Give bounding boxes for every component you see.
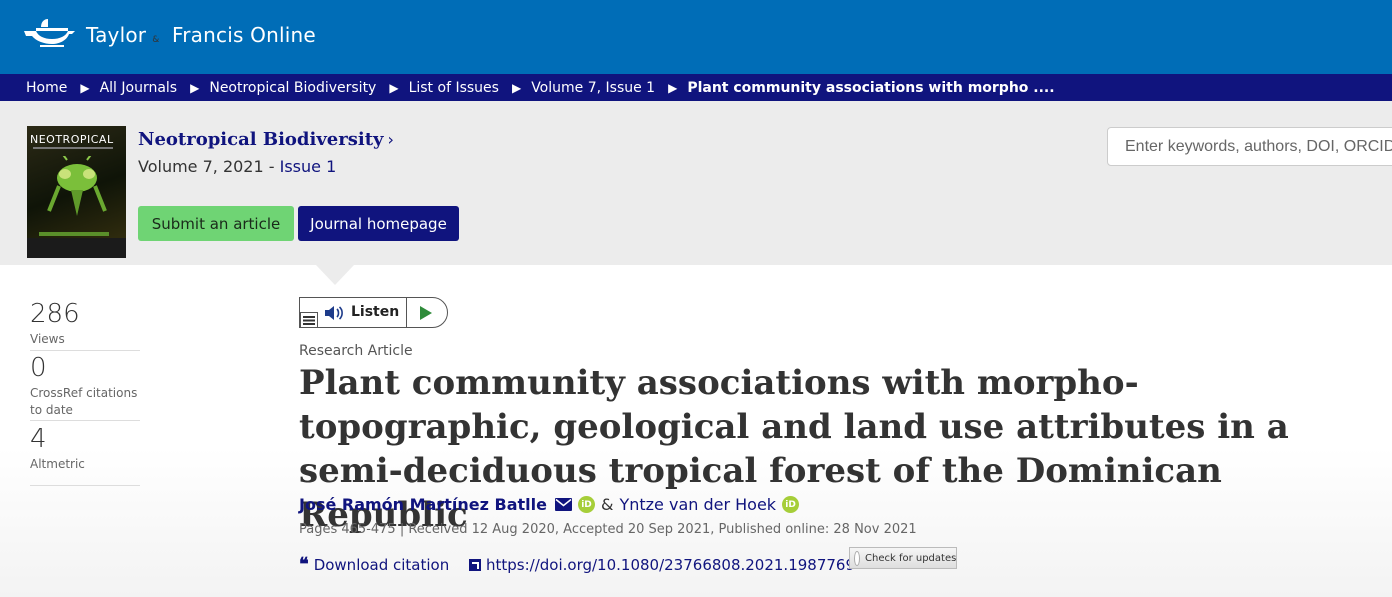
metric-views: 286 Views xyxy=(30,301,140,351)
quote-icon: ❝ xyxy=(299,554,309,575)
chevron-right-icon: ▶ xyxy=(511,80,522,95)
site-name: Taylor & Francis Online xyxy=(86,23,316,47)
journal-title-link[interactable]: Neotropical Biodiversity › xyxy=(138,129,394,150)
site-logo[interactable]: Taylor & Francis Online xyxy=(22,18,316,48)
speaker-icon xyxy=(325,306,343,320)
metric-value: 4 xyxy=(30,424,47,454)
author-link[interactable]: Yntze van der Hoek xyxy=(619,495,776,514)
journal-banner: NEOTROPICAL Neotropical Biodiversity › Vo… xyxy=(0,101,1392,265)
orcid-icon[interactable]: iD xyxy=(577,496,595,513)
metric-value: 0 xyxy=(30,353,47,383)
author-list: José Ramón Martínez Batlle iD & Yntze va… xyxy=(299,495,800,514)
doi-link[interactable]: https://doi.org/10.1080/23766808.2021.19… xyxy=(469,556,855,574)
chevron-right-icon: ▶ xyxy=(80,80,90,95)
submit-article-button[interactable]: Submit an article xyxy=(138,206,294,241)
metric-label: CrossRef citations to date xyxy=(30,386,138,417)
download-citation-link[interactable]: ❝ Download citation xyxy=(299,554,450,575)
journal-cover-image[interactable]: NEOTROPICAL xyxy=(27,126,126,258)
cover-title: NEOTROPICAL xyxy=(30,133,114,146)
listen-label[interactable]: Listen xyxy=(351,304,399,320)
orcid-icon[interactable]: iD xyxy=(782,496,800,513)
site-header: Taylor & Francis Online xyxy=(0,0,1392,74)
listen-player: Listen xyxy=(299,297,448,328)
banner-pointer xyxy=(316,265,354,285)
download-citation-label: Download citation xyxy=(313,556,450,574)
metric-value: 286 xyxy=(30,299,80,329)
breadcrumb-current: Plant community associations with morpho… xyxy=(687,79,1055,96)
breadcrumb-home[interactable]: Home xyxy=(26,80,67,96)
breadcrumb-issue[interactable]: Volume 7, Issue 1 xyxy=(531,80,655,96)
chevron-right-icon: ▶ xyxy=(668,80,678,95)
breadcrumb-all-journals[interactable]: All Journals xyxy=(100,80,178,96)
breadcrumb: Home ▶ All Journals ▶ Neotropical Biodiv… xyxy=(0,74,1392,101)
chevron-right-icon: ▶ xyxy=(389,80,399,95)
cover-footer xyxy=(27,238,126,258)
envelope-icon[interactable] xyxy=(554,498,572,511)
listen-divider xyxy=(406,298,407,327)
crossmark-icon xyxy=(855,551,859,565)
article-type: Research Article xyxy=(299,343,413,359)
mantis-image xyxy=(47,156,107,216)
metric-label: Views xyxy=(30,332,65,346)
author-separator: & xyxy=(600,495,614,514)
volume-info: Volume 7, 2021 - Issue 1 xyxy=(138,157,337,176)
metric-altmetric[interactable]: 4 Altmetric xyxy=(30,426,140,486)
chevron-right-icon: ▶ xyxy=(190,80,200,95)
teapot-lamp-icon xyxy=(24,19,75,47)
issue-link[interactable]: Issue 1 xyxy=(280,157,337,176)
check-for-updates-button[interactable]: Check for updates xyxy=(849,547,957,569)
metric-crossref: 0 CrossRef citations to date xyxy=(30,355,140,421)
check-for-updates-label: Check for updates xyxy=(865,552,957,564)
journal-homepage-button[interactable]: Journal homepage xyxy=(298,206,459,241)
external-link-icon xyxy=(469,559,481,571)
author-link[interactable]: José Ramón Martínez Batlle xyxy=(299,495,547,514)
breadcrumb-journal[interactable]: Neotropical Biodiversity xyxy=(209,80,376,96)
search-input[interactable] xyxy=(1107,127,1392,166)
breadcrumb-list-of-issues[interactable]: List of Issues xyxy=(409,80,499,96)
metric-label: Altmetric xyxy=(30,457,85,471)
doi-text: https://doi.org/10.1080/23766808.2021.19… xyxy=(486,556,856,574)
play-icon[interactable] xyxy=(419,305,433,321)
cover-divider xyxy=(33,147,113,149)
cover-strip xyxy=(39,232,109,236)
publication-info: Pages 465-475 | Received 12 Aug 2020, Ac… xyxy=(299,522,917,537)
menu-icon[interactable] xyxy=(300,312,318,328)
chevron-right-icon: › xyxy=(387,130,394,149)
